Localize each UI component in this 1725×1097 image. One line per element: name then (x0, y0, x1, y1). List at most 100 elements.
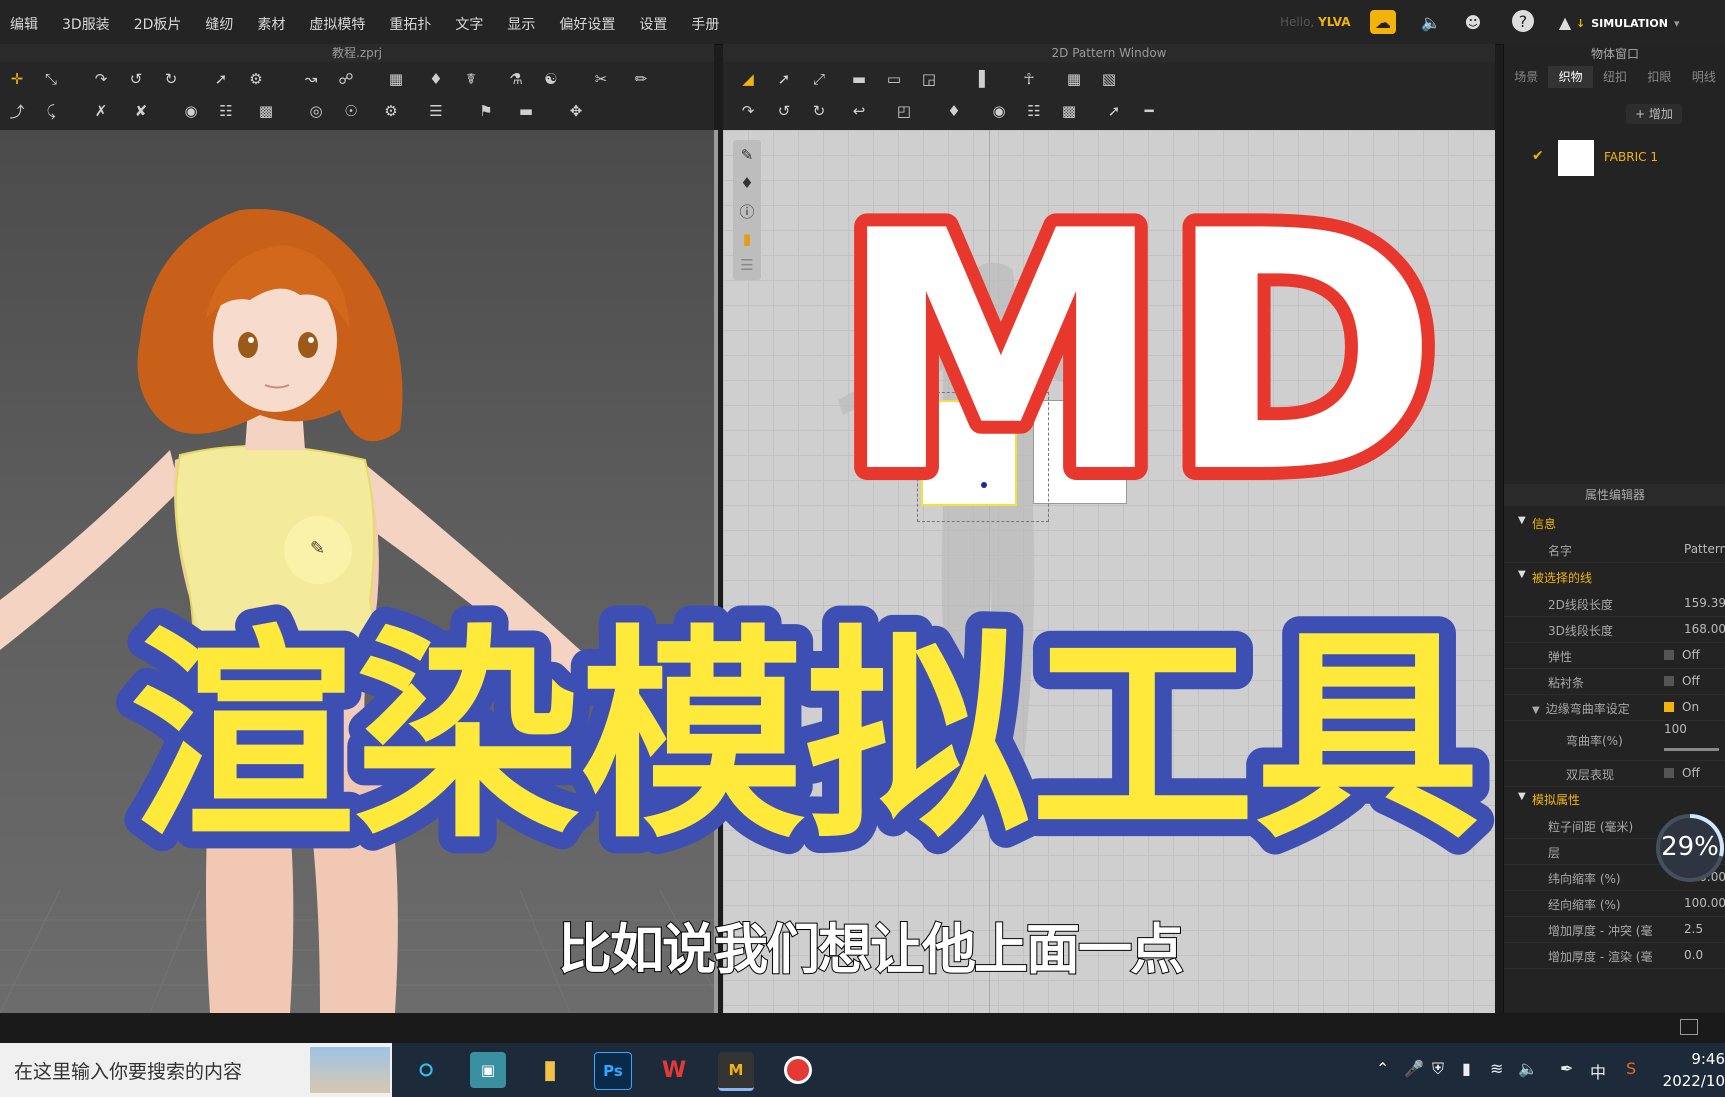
menu-3d-garment[interactable]: 3D服装 (62, 14, 110, 34)
flag-tool-icon[interactable]: ⚑ (475, 100, 497, 122)
fabric-list-item[interactable]: ✔ FABRIC 1 (1504, 136, 1725, 180)
prop-3d-length[interactable]: 3D线段长度 168.00 (1504, 616, 1725, 643)
prop-curvature-setting[interactable]: ▼ 边缘弯曲率设定 On (1504, 694, 1725, 721)
texture-icon[interactable]: ▩ (1058, 100, 1080, 122)
topstitch-icon[interactable]: ➚ (1103, 100, 1125, 122)
circle-tool-icon[interactable]: ☉ (340, 100, 362, 122)
shield-icon[interactable]: ⛨ (1432, 1059, 1444, 1079)
curvature-slider[interactable] (1664, 748, 1719, 751)
segment-sew-icon[interactable]: ↷ (737, 100, 759, 122)
edit-tool-icon[interactable]: ⤴ (6, 100, 28, 122)
elastic-checkbox[interactable] (1664, 650, 1674, 660)
arrange-icon[interactable]: ▐ (968, 68, 990, 90)
rotate-tool-icon[interactable]: ↻ (160, 68, 182, 90)
graphic-tool-icon[interactable]: ⚙ (380, 100, 402, 122)
measure-tool-icon[interactable]: ▦ (385, 68, 407, 90)
button-tool-icon[interactable]: ◉ (180, 100, 202, 122)
select-tool-icon[interactable]: ⤡ (40, 68, 62, 90)
ruler-icon[interactable]: ━ (1138, 100, 1160, 122)
pen-icon[interactable]: ✎ (736, 144, 758, 166)
pattern-tool-icon[interactable]: ▩ (255, 100, 277, 122)
speaker-icon[interactable]: 🔈 (1418, 10, 1444, 34)
shirt-view-icon[interactable]: ♦ (736, 172, 758, 194)
edit-curve-icon[interactable]: ⤢ (808, 68, 830, 90)
sogou-icon[interactable]: S (1626, 1059, 1636, 1078)
double-layer-checkbox[interactable] (1664, 768, 1674, 778)
taskbar-search[interactable]: 在这里输入你要搜索的内容 (0, 1043, 392, 1097)
menu-preferences[interactable]: 偏好设置 (559, 14, 615, 34)
cross-tool-icon[interactable]: ✗ (90, 100, 112, 122)
grid-alt-icon[interactable]: ▧ (1098, 68, 1120, 90)
sew-multi-icon[interactable]: ↺ (125, 68, 147, 90)
target-tool-icon[interactable]: ◎ (305, 100, 327, 122)
prop-name[interactable]: 名字 Pattern (1504, 536, 1725, 563)
menu-sewing[interactable]: 缝纫 (205, 14, 233, 34)
layer-view-icon[interactable]: ☰ (736, 254, 758, 276)
add-fabric-button[interactable]: + 增加 (1626, 104, 1682, 124)
zip-tool-icon[interactable]: ☷ (215, 100, 237, 122)
menu-text[interactable]: 文字 (455, 14, 483, 34)
section-info[interactable]: ▼ 信息 (1504, 510, 1725, 534)
maya-icon[interactable]: ▣ (470, 1052, 506, 1088)
menu-display[interactable]: 显示 (507, 14, 535, 34)
wifi-icon[interactable]: ≋ (1490, 1059, 1503, 1078)
cloud-sync-icon[interactable]: ☁ (1370, 10, 1396, 34)
tab-topstitch[interactable]: 明线 (1682, 66, 1725, 88)
block-tool-icon[interactable]: ▬ (515, 100, 537, 122)
grid-icon[interactable]: ▦ (1063, 68, 1085, 90)
curvature-checkbox[interactable] (1664, 702, 1674, 712)
ime-indicator[interactable]: 中 (1590, 1059, 1606, 1083)
menu-retopology[interactable]: 重拓扑 (389, 14, 431, 34)
avatar-pin-icon[interactable]: ☥ (1018, 68, 1040, 90)
prop-curvature[interactable]: 弯曲率(%) 100 (1504, 720, 1725, 761)
menu-materials[interactable]: 素材 (257, 14, 285, 34)
fabric-view-icon[interactable]: ▮ (736, 228, 758, 250)
prop-interlining[interactable]: 粘衬条 Off (1504, 668, 1725, 695)
section-simulation[interactable]: ▼ 模拟属性 (1504, 786, 1725, 810)
button-place-icon[interactable]: ◉ (988, 100, 1010, 122)
menu-edit[interactable]: 编辑 (10, 14, 38, 34)
shirt-icon[interactable]: ♦ (943, 100, 965, 122)
avatar-tool-icon[interactable]: ☤ (460, 68, 482, 90)
sew-tool-icon[interactable]: ↷ (90, 68, 112, 90)
iron-icon[interactable]: ◰ (893, 100, 915, 122)
prop-2d-length[interactable]: 2D线段长度 159.39 (1504, 590, 1725, 617)
clock[interactable]: 9:46 2022/10 (1656, 1048, 1725, 1092)
photoshop-icon[interactable]: Ps (594, 1052, 632, 1090)
sew-check-icon[interactable]: ↻ (808, 100, 830, 122)
menu-manual[interactable]: 手册 (691, 14, 719, 34)
move-tool-icon[interactable]: ✛ (6, 68, 28, 90)
battery-icon[interactable]: ▮ (1462, 1059, 1471, 1078)
free-sew-icon[interactable]: ↺ (773, 100, 795, 122)
marvelous-designer-icon[interactable]: M (718, 1052, 754, 1091)
wps-icon[interactable]: W (656, 1052, 692, 1088)
file-explorer-icon[interactable]: ▮ (532, 1052, 568, 1088)
prop-double-layer[interactable]: 双层表现 Off (1504, 760, 1725, 787)
tab-fabric[interactable]: 织物 (1548, 66, 1593, 88)
pin-sew-icon[interactable]: ↩ (848, 100, 870, 122)
tab-button[interactable]: 纽扣 (1593, 66, 1637, 88)
figure-tool-icon[interactable]: ⚗ (505, 68, 527, 90)
prop-warp-shrink[interactable]: 经向缩率 (%) 100.00 (1504, 890, 1725, 917)
tray-up-icon[interactable]: ⌃ (1376, 1059, 1389, 1078)
layout-icon[interactable] (1680, 1019, 1698, 1035)
polygon-icon[interactable]: ▭ (883, 68, 905, 90)
point-tool-icon[interactable]: ⤹ (40, 100, 62, 122)
menu-settings[interactable]: 设置 (639, 14, 667, 34)
prop-thickness-render[interactable]: 增加厚度 - 渲染 (毫 0.0 (1504, 942, 1725, 969)
record-icon[interactable] (780, 1052, 816, 1088)
cut-tool-icon[interactable]: ✂ (590, 68, 612, 90)
menu-avatar[interactable]: 虚拟模特 (309, 14, 365, 34)
user-icon[interactable]: ☻ (1460, 10, 1486, 34)
internal-icon[interactable]: ◲ (918, 68, 940, 90)
prop-thickness-collision[interactable]: 增加厚度 - 冲突 (毫 2.5 (1504, 916, 1725, 943)
edit-pattern-icon[interactable]: ➚ (773, 68, 795, 90)
garment-tool-icon[interactable]: ♦ (425, 68, 447, 90)
simulation-button[interactable]: ↓ SIMULATION ▾ (1568, 12, 1687, 34)
fold-tool-icon[interactable]: ↝ (300, 68, 322, 90)
buttonhole-icon[interactable]: ☷ (1023, 100, 1045, 122)
interlining-checkbox[interactable] (1664, 676, 1674, 686)
pin-tool-icon[interactable]: ⚙ (245, 68, 267, 90)
volume-icon[interactable]: 🔈 (1518, 1059, 1538, 1078)
info-icon[interactable]: ⓘ (736, 200, 758, 222)
